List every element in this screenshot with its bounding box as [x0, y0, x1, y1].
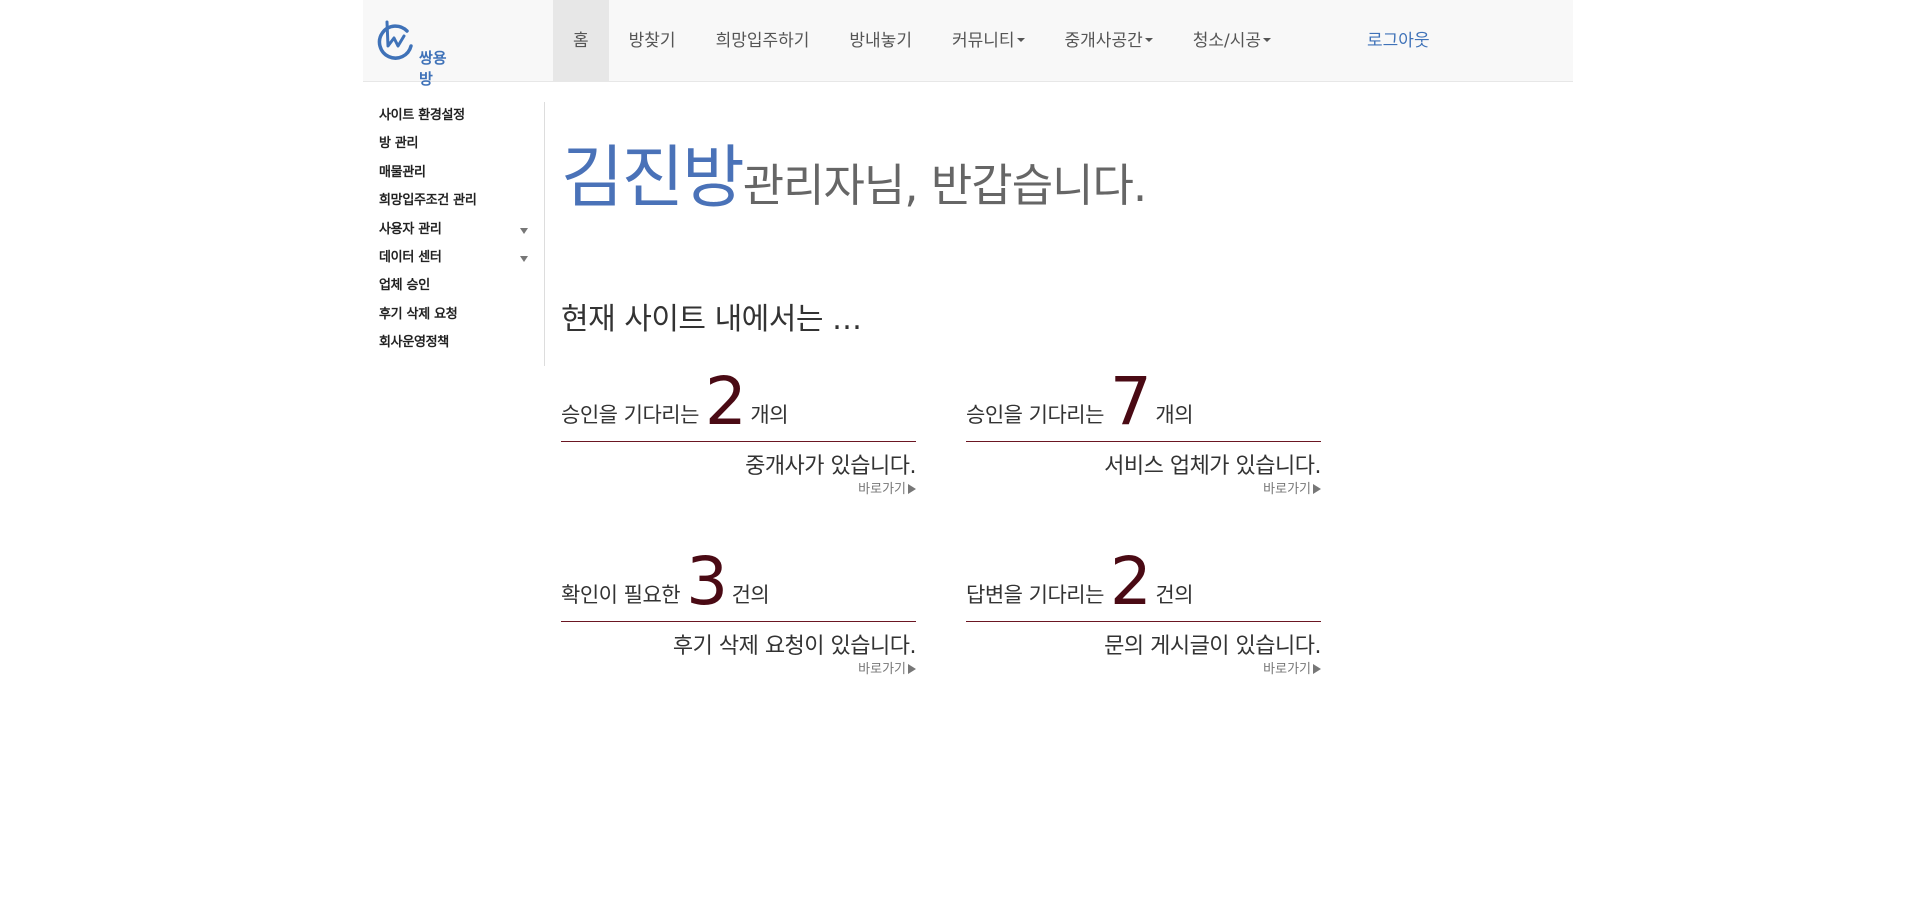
sidebar-item-vendor-approval[interactable]: 업체 승인	[363, 272, 544, 300]
card-prefix: 확인이 필요한	[561, 583, 681, 607]
card-description: 후기 삭제 요청이 있습니다.	[672, 634, 917, 659]
top-navbar: 쌍용방 홈 방찾기 희망입주하기 방내놓기 커뮤니티 중개사공간 청소/시공 로…	[363, 0, 1573, 88]
go-to-link[interactable]: 바로가기	[858, 658, 916, 677]
card-suffix: 개의	[750, 403, 789, 427]
go-to-link[interactable]: 바로가기	[858, 478, 916, 497]
nav-item-broker-space[interactable]: 중개사공간	[1045, 0, 1173, 81]
nav-item-community[interactable]: 커뮤니티	[932, 0, 1045, 81]
sidebar-item-label: 후기 삭제 요청	[379, 306, 458, 322]
sidebar-item-site-settings[interactable]: 사이트 환경설정	[363, 102, 544, 130]
nav-item-list-room[interactable]: 방내놓기	[829, 0, 932, 81]
card-heading: 답변을 기다리는2 건의	[966, 549, 1194, 615]
card-prefix: 답변을 기다리는	[966, 583, 1104, 607]
unanswered-inquiries-card: 답변을 기다리는2 건의 문의 게시글이 있습니다. 바로가기	[966, 549, 1321, 682]
logout-link[interactable]: 로그아웃	[1347, 0, 1450, 81]
go-to-label: 바로가기	[858, 482, 906, 497]
welcome-heading: 김진방관리자님, 반갑습니다.	[561, 122, 1148, 221]
card-divider	[561, 621, 916, 622]
card-prefix: 승인을 기다리는	[966, 403, 1104, 427]
pending-count: 2	[704, 363, 747, 440]
card-heading: 승인을 기다리는2 개의	[561, 369, 789, 435]
admin-sidebar: 사이트 환경설정 방 관리 매물관리 희망입주조건 관리 사용자 관리 데이터 …	[363, 102, 545, 366]
caret-down-icon	[1016, 38, 1025, 42]
go-to-label: 바로가기	[1263, 662, 1311, 677]
go-to-label: 바로가기	[858, 662, 906, 677]
card-prefix: 승인을 기다리는	[561, 403, 699, 427]
go-to-link[interactable]: 바로가기	[1263, 478, 1321, 497]
play-arrow-icon	[908, 663, 916, 674]
sidebar-item-company-policy[interactable]: 회사운영정책	[363, 329, 544, 357]
nav-item-label: 홈	[573, 31, 589, 51]
expand-arrow-icon	[520, 227, 528, 234]
card-description: 중개사가 있습니다.	[745, 454, 916, 479]
nav-item-cleaning-construction[interactable]: 청소/시공	[1173, 0, 1291, 81]
status-subtitle: 현재 사이트 내에서는 …	[561, 302, 862, 337]
card-divider	[966, 621, 1321, 622]
sidebar-item-listing-management[interactable]: 매물관리	[363, 159, 544, 187]
play-arrow-icon	[1313, 663, 1321, 674]
sidebar-item-label: 데이터 센터	[379, 249, 442, 265]
page: 쌍용방 홈 방찾기 희망입주하기 방내놓기 커뮤니티 중개사공간 청소/시공 로…	[0, 0, 1920, 912]
review-deletion-card: 확인이 필요한3 건의 후기 삭제 요청이 있습니다. 바로가기	[561, 549, 917, 682]
card-suffix: 건의	[1155, 583, 1194, 607]
pending-count: 2	[1109, 543, 1152, 620]
go-to-link[interactable]: 바로가기	[1263, 658, 1321, 677]
sidebar-item-label: 희망입주조건 관리	[379, 193, 477, 209]
caret-down-icon	[1144, 38, 1153, 42]
card-divider	[561, 441, 916, 442]
card-heading: 확인이 필요한3 건의	[561, 549, 770, 615]
sidebar-item-move-in-conditions[interactable]: 희망입주조건 관리	[363, 187, 544, 215]
card-description: 서비스 업체가 있습니다.	[1104, 454, 1321, 479]
site-logo[interactable]: 쌍용방	[377, 14, 457, 88]
nav-item-desired-move-in[interactable]: 희망입주하기	[696, 0, 830, 81]
admin-name: 김진방	[561, 139, 745, 218]
card-suffix: 개의	[1155, 403, 1194, 427]
play-arrow-icon	[1313, 483, 1321, 494]
pending-brokers-card: 승인을 기다리는2 개의 중개사가 있습니다. 바로가기	[561, 369, 916, 502]
nav-item-label: 커뮤니티	[951, 31, 1015, 51]
nav-item-label: 방내놓기	[849, 31, 912, 51]
nav-menu: 홈 방찾기 희망입주하기 방내놓기 커뮤니티 중개사공간 청소/시공 로그아웃	[553, 0, 1450, 81]
card-suffix: 건의	[731, 583, 770, 607]
sidebar-item-review-deletion[interactable]: 후기 삭제 요청	[363, 301, 544, 329]
sidebar-item-room-management[interactable]: 방 관리	[363, 130, 544, 158]
expand-arrow-icon	[520, 255, 528, 262]
sidebar-item-label: 매물관리	[379, 164, 426, 180]
sidebar-item-data-center[interactable]: 데이터 센터	[363, 244, 544, 272]
pending-count: 3	[686, 543, 728, 620]
card-heading: 승인을 기다리는7 개의	[966, 369, 1194, 435]
card-divider	[966, 441, 1321, 442]
sidebar-item-label: 업체 승인	[379, 278, 430, 294]
sidebar-item-label: 사용자 관리	[379, 221, 442, 237]
card-description: 문의 게시글이 있습니다.	[1104, 634, 1321, 659]
nav-item-find-room[interactable]: 방찾기	[609, 0, 696, 81]
brand-name: 쌍용방	[419, 49, 447, 88]
pending-count: 7	[1109, 363, 1152, 440]
nav-item-label: 청소/시공	[1192, 31, 1262, 51]
greeting-text: 관리자님, 반갑습니다.	[742, 159, 1148, 212]
nav-item-label: 중개사공간	[1064, 31, 1143, 51]
nav-item-label: 희망입주하기	[715, 31, 810, 51]
nav-item-home[interactable]: 홈	[553, 0, 609, 81]
sidebar-item-user-management[interactable]: 사용자 관리	[363, 216, 544, 244]
sidebar-item-label: 사이트 환경설정	[379, 108, 465, 123]
nav-item-label: 방찾기	[628, 31, 676, 51]
play-arrow-icon	[908, 483, 916, 494]
sidebar-item-label: 회사운영정책	[379, 335, 449, 351]
caret-down-icon	[1263, 38, 1272, 42]
go-to-label: 바로가기	[1263, 482, 1311, 497]
sidebar-item-label: 방 관리	[379, 136, 419, 152]
pending-vendors-card: 승인을 기다리는7 개의 서비스 업체가 있습니다. 바로가기	[966, 369, 1321, 502]
